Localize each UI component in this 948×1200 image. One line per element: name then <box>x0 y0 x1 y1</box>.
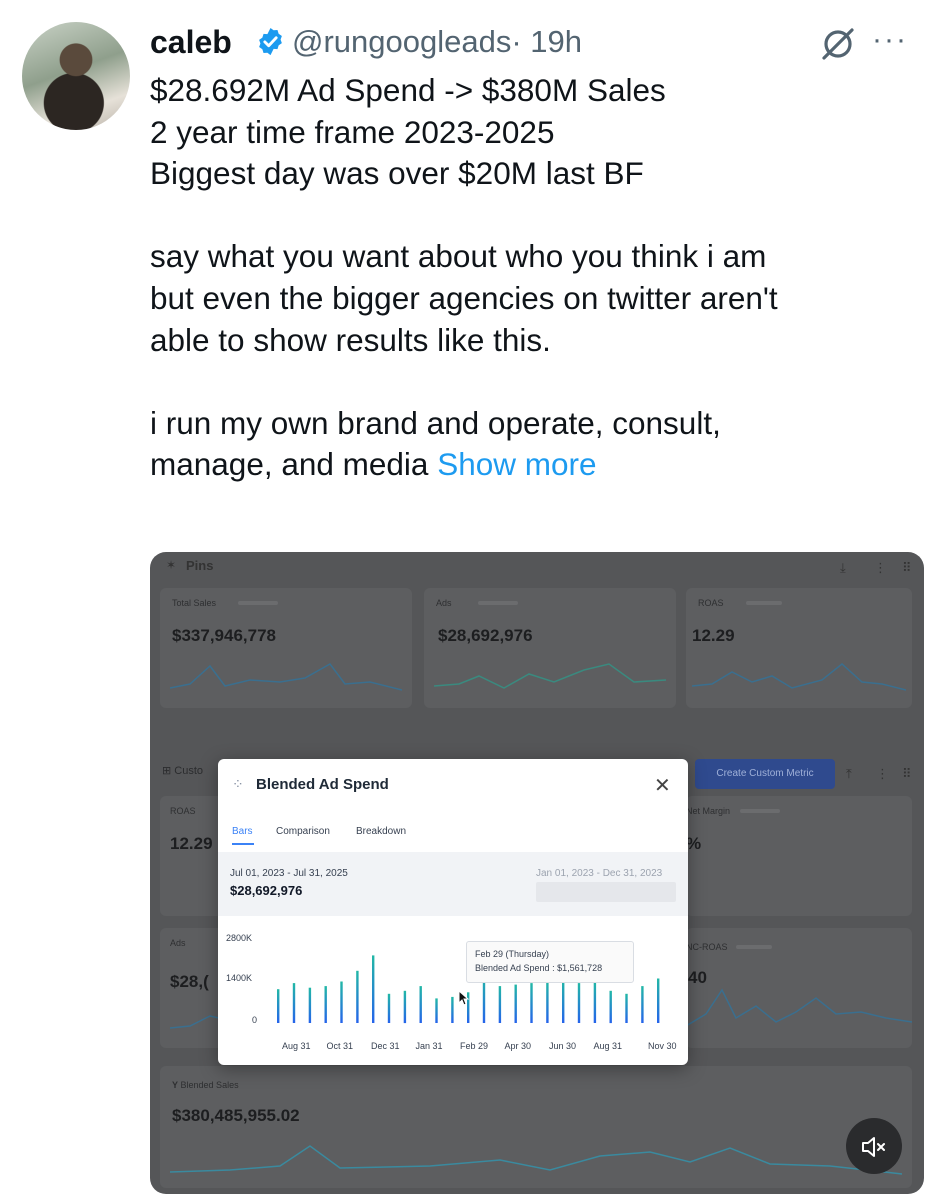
blended-sales-icon: Y <box>172 1080 179 1090</box>
bar[interactable] <box>609 990 612 1024</box>
media-video[interactable]: ✶ Pins ⤓ ⋮ ⠿ Total Sales $337,946,778 Ad… <box>150 552 924 1194</box>
sparkline <box>170 1145 902 1175</box>
pin-icon: ✶ <box>166 558 177 572</box>
bar[interactable] <box>356 970 359 1023</box>
bar[interactable] <box>435 998 438 1023</box>
card-label: Net Margin <box>686 806 731 816</box>
card-value: $28,692,976 <box>438 626 533 645</box>
x-tick-label: Aug 31 <box>593 1041 623 1051</box>
x-tick-label: Feb 29 <box>460 1041 489 1051</box>
bar[interactable] <box>625 993 628 1023</box>
handle[interactable]: @rungoogleads <box>292 24 511 59</box>
card-value: $337,946,778 <box>172 626 276 645</box>
bar[interactable] <box>387 993 391 1023</box>
bar[interactable] <box>657 978 660 1024</box>
card-value: 12.29 <box>170 834 213 853</box>
card-label: NC-ROAS <box>686 942 728 952</box>
kebab-icon: ⋮ <box>874 560 887 575</box>
card-label: ROAS <box>170 806 196 816</box>
bar[interactable] <box>451 996 454 1023</box>
handle-and-time[interactable]: @rungoogleads· 19h <box>292 20 582 64</box>
card-value: % <box>686 834 702 853</box>
bar[interactable] <box>372 955 375 1023</box>
author-name[interactable]: caleb <box>150 20 232 64</box>
upload-icon[interactable]: ⤒ <box>846 766 852 782</box>
card-label: Y Blended Sales <box>172 1080 239 1090</box>
bar[interactable] <box>308 987 312 1023</box>
x-tick-label: Oct 31 <box>326 1041 354 1051</box>
metric-card-total-sales: Total Sales $337,946,778 <box>160 588 412 708</box>
metric-card-blended-sales: Y Blended Sales $380,485,955.02 <box>160 1066 912 1188</box>
label-bar <box>478 601 518 605</box>
x-tick-label: Jun 30 <box>549 1041 577 1051</box>
create-custom-metric-button[interactable]: Create Custom Metric <box>695 759 835 789</box>
drag-handle-icon: ⠿ <box>902 560 912 575</box>
bar-chart <box>277 955 660 1024</box>
mouse-cursor-icon <box>458 990 470 1006</box>
bar[interactable] <box>324 986 327 1023</box>
x-tick-label: Nov 30 <box>648 1041 677 1051</box>
card-value: 12.29 <box>692 626 735 645</box>
custom-metrics-header: ⊞ Custo <box>162 764 203 777</box>
tooltip-date: Feb 29 (Thursday) <box>475 949 550 959</box>
download-icon: ⤓ <box>840 560 846 575</box>
custom-label: Custo <box>174 765 204 777</box>
avatar[interactable] <box>22 22 130 130</box>
kebab-icon-2[interactable]: ⋮ <box>876 766 889 782</box>
bar[interactable] <box>641 986 644 1023</box>
bar[interactable] <box>292 983 296 1023</box>
blended-ad-spend-modal: ⁘ Blended Ad Spend ✕ Bars Comparison Bre… <box>218 759 688 1065</box>
label-bar <box>740 809 780 813</box>
x-tick-label: Apr 30 <box>504 1041 532 1051</box>
metric-card-net-margin: Net Margin % <box>686 796 912 916</box>
more-options-icon[interactable]: ··· <box>872 22 908 58</box>
card-label: Total Sales <box>172 598 217 608</box>
show-more-link[interactable]: Show more <box>437 446 596 482</box>
x-tick-label: Jan 31 <box>415 1041 443 1051</box>
x-tick-label: Aug 31 <box>282 1041 311 1051</box>
metric-card-ads: Ads $28,692,976 <box>424 588 676 708</box>
bar[interactable] <box>546 981 549 1024</box>
bar[interactable] <box>340 981 343 1024</box>
x-tick-label: Dec 31 <box>371 1041 400 1051</box>
label-bar <box>736 945 772 949</box>
sparkline <box>434 663 666 689</box>
bar[interactable] <box>562 980 565 1023</box>
card-label: Ads <box>436 598 452 608</box>
timestamp[interactable]: · 19h <box>511 24 582 59</box>
bar[interactable] <box>514 984 517 1023</box>
card-label: Ads <box>170 938 186 948</box>
bar[interactable] <box>530 983 533 1023</box>
blended-sales-label: Blended Sales <box>180 1080 239 1090</box>
tweet-body: $28.692M Ad Spend -> $380M Sales 2 year … <box>150 72 778 483</box>
card-value: $28,( <box>170 972 209 991</box>
bar[interactable] <box>593 981 597 1024</box>
unmute-button[interactable] <box>846 1118 902 1174</box>
speaker-muted-icon <box>862 1137 885 1158</box>
chart-tooltip: Feb 29 (Thursday) Blended Ad Spend : $1,… <box>466 941 634 983</box>
pins-label: Pins <box>186 558 214 573</box>
sparkline <box>686 988 912 1027</box>
metric-card-nc-roas: NC-ROAS 40 <box>686 928 912 1048</box>
sparkline <box>170 663 402 691</box>
bar[interactable] <box>403 990 407 1024</box>
sparkline <box>692 663 906 691</box>
grok-icon[interactable] <box>818 24 858 64</box>
bar[interactable] <box>498 986 502 1023</box>
card-value: $380,485,955.02 <box>172 1106 300 1125</box>
tooltip-value: Blended Ad Spend : $1,561,728 <box>475 963 603 973</box>
metric-card-roas: ROAS 12.29 <box>686 588 912 708</box>
bar[interactable] <box>277 989 280 1023</box>
verified-badge-icon <box>259 27 282 56</box>
tweet-text: $28.692M Ad Spend -> $380M Sales 2 year … <box>150 70 920 486</box>
card-label: ROAS <box>698 598 724 608</box>
bar[interactable] <box>419 986 422 1023</box>
label-bar <box>746 601 782 605</box>
bar[interactable] <box>577 983 581 1023</box>
grid-icon: ⊞ <box>162 765 172 777</box>
drag-handle-icon-2: ⠿ <box>902 766 912 781</box>
label-bar <box>238 601 278 605</box>
